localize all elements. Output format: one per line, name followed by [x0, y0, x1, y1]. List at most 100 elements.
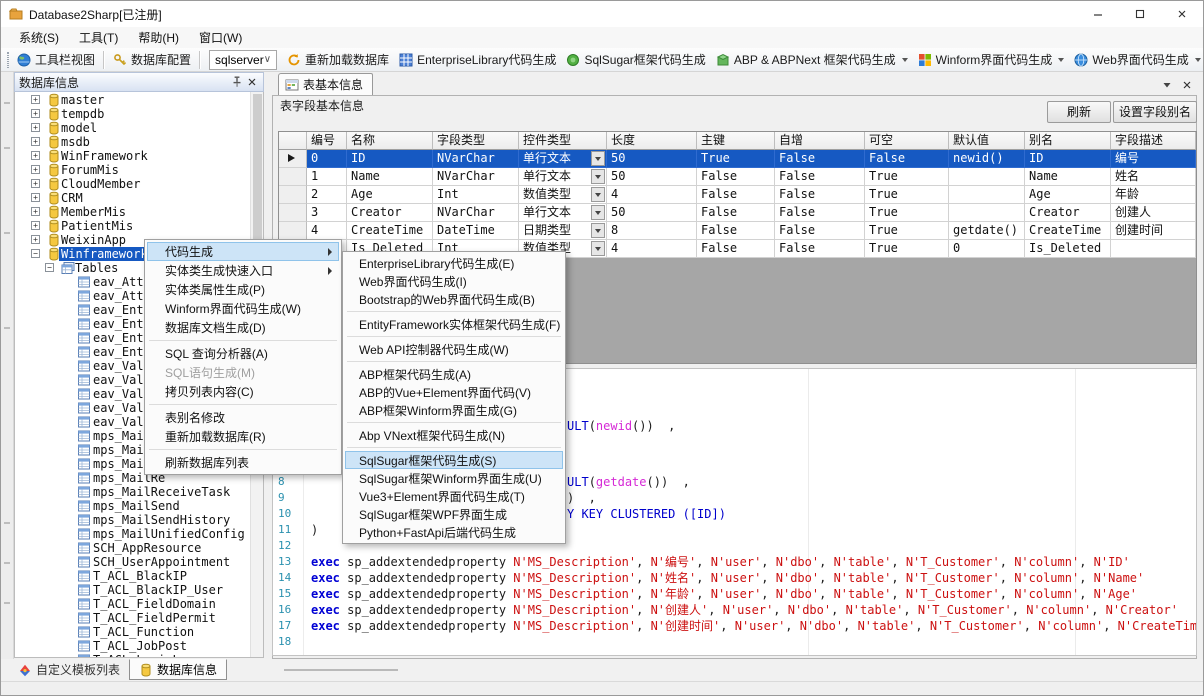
- tab-table-basic-info[interactable]: 表基本信息: [278, 73, 373, 95]
- tree-expand-box[interactable]: +: [31, 137, 40, 146]
- toolbar-view-button[interactable]: 工具栏视图: [12, 49, 100, 71]
- grid-cell[interactable]: 创建时间: [1111, 222, 1196, 240]
- menu-window[interactable]: 窗口(W): [189, 27, 252, 48]
- hscrollbar-thumb[interactable]: [284, 669, 398, 671]
- menu-item[interactable]: Web API控制器代码生成(W): [345, 340, 563, 358]
- grid-cell[interactable]: False: [697, 186, 775, 204]
- menu-item[interactable]: 拷贝列表内容(C): [147, 382, 339, 401]
- tree-item[interactable]: SCH_UserAppointment: [15, 555, 261, 569]
- grid-cell[interactable]: False: [775, 168, 865, 186]
- grid-cell[interactable]: 2: [307, 186, 347, 204]
- tree-expand-box[interactable]: +: [31, 235, 40, 244]
- tree-item[interactable]: mps_MailSendHistory: [15, 513, 261, 527]
- tree-item[interactable]: T_ACL_Function: [15, 625, 261, 639]
- grid-cell[interactable]: True: [697, 150, 775, 168]
- tree-expand-box[interactable]: +: [31, 221, 40, 230]
- column-header[interactable]: 字段描述: [1111, 132, 1196, 150]
- grid-cell[interactable]: True: [865, 222, 949, 240]
- grid-cell[interactable]: True: [865, 204, 949, 222]
- set-field-alias-button[interactable]: 设置字段别名: [1113, 101, 1197, 123]
- tree-expand-box[interactable]: +: [31, 151, 40, 160]
- tree-item[interactable]: T_ACL_BlackIP_User: [15, 583, 261, 597]
- grid-cell[interactable]: False: [697, 240, 775, 258]
- grid-cell[interactable]: [949, 168, 1025, 186]
- menu-item[interactable]: SqlSugar框架WPF界面生成: [345, 505, 563, 523]
- column-header[interactable]: 字段类型: [433, 132, 519, 150]
- menu-item[interactable]: SqlSugar框架代码生成(S): [345, 451, 563, 469]
- db-type-combo[interactable]: sqlserver∨: [209, 50, 277, 70]
- tab-custom-templates[interactable]: 自定义模板列表: [9, 659, 129, 680]
- cell-dropdown-button[interactable]: [591, 223, 605, 238]
- column-header[interactable]: 控件类型: [519, 132, 607, 150]
- menu-item[interactable]: Winform界面代码生成(W): [147, 299, 339, 318]
- tree-item[interactable]: +master: [15, 93, 261, 107]
- tree-item[interactable]: mps_MailReceiveTask: [15, 485, 261, 499]
- enterpriselibrary-gen-button[interactable]: EnterpriseLibrary代码生成: [394, 49, 561, 71]
- cell-dropdown-button[interactable]: [591, 151, 605, 166]
- tree-item[interactable]: mps_MailUnifiedConfig: [15, 527, 261, 541]
- grid-cell[interactable]: False: [775, 240, 865, 258]
- winform-gen-button[interactable]: Winform界面代码生成: [913, 49, 1070, 71]
- tree-expand-box[interactable]: +: [31, 207, 40, 216]
- grid-cell[interactable]: Name: [347, 168, 433, 186]
- column-header[interactable]: 主键: [697, 132, 775, 150]
- grid-cell[interactable]: [949, 186, 1025, 204]
- grid-cell[interactable]: 1: [307, 168, 347, 186]
- tree-item[interactable]: SCH_AppResource: [15, 541, 261, 555]
- grid-cell[interactable]: 编号: [1111, 150, 1196, 168]
- grid-cell[interactable]: 0: [307, 150, 347, 168]
- tree-item[interactable]: +model: [15, 121, 261, 135]
- grid-cell[interactable]: Creator: [1025, 204, 1111, 222]
- sqlsugar-gen-button[interactable]: SqlSugar框架代码生成: [561, 49, 710, 71]
- menu-tools[interactable]: 工具(T): [69, 27, 128, 48]
- pin-icon[interactable]: [229, 75, 244, 90]
- menu-item[interactable]: Vue3+Element界面代码生成(T): [345, 487, 563, 505]
- grid-cell[interactable]: False: [697, 204, 775, 222]
- grid-cell[interactable]: CreateTime: [1025, 222, 1111, 240]
- grid-cell[interactable]: [1111, 240, 1196, 258]
- grid-cell[interactable]: 姓名: [1111, 168, 1196, 186]
- menu-item[interactable]: EntityFramework实体框架代码生成(F): [345, 315, 563, 333]
- menu-item[interactable]: 实体类生成快速入口: [147, 261, 339, 280]
- grid-cell[interactable]: 单行文本: [519, 204, 607, 222]
- grid-cell[interactable]: 日期类型: [519, 222, 607, 240]
- tree-item[interactable]: +msdb: [15, 135, 261, 149]
- web-gen-button[interactable]: Web界面代码生成: [1069, 49, 1204, 71]
- tree-item[interactable]: +tempdb: [15, 107, 261, 121]
- tab-database-info[interactable]: 数据库信息: [129, 659, 227, 680]
- db-config-button[interactable]: 数据库配置: [108, 49, 196, 71]
- menu-item[interactable]: 重新加载数据库(R): [147, 427, 339, 446]
- menu-item[interactable]: ABP框架Winform界面生成(G): [345, 401, 563, 419]
- grid-cell[interactable]: ID: [1025, 150, 1111, 168]
- column-header[interactable]: 别名: [1025, 132, 1111, 150]
- tree-item[interactable]: +MemberMis: [15, 205, 261, 219]
- grid-cell[interactable]: 3: [307, 204, 347, 222]
- tree-expand-box[interactable]: +: [31, 109, 40, 118]
- tree-expand-box[interactable]: −: [45, 263, 54, 272]
- grid-cell[interactable]: 4: [607, 186, 697, 204]
- grid-cell[interactable]: DateTime: [433, 222, 519, 240]
- tree-item[interactable]: T_ACL_FieldPermit: [15, 611, 261, 625]
- menu-item[interactable]: 刷新数据库列表: [147, 453, 339, 472]
- grid-cell[interactable]: 4: [307, 222, 347, 240]
- row-header[interactable]: [279, 150, 307, 168]
- grid-cell[interactable]: 创建人: [1111, 204, 1196, 222]
- tree-expand-box[interactable]: +: [31, 179, 40, 188]
- refresh-button[interactable]: 刷新: [1047, 101, 1111, 123]
- grid-cell[interactable]: CreateTime: [347, 222, 433, 240]
- grid-cell[interactable]: 50: [607, 204, 697, 222]
- grid-cell[interactable]: False: [775, 186, 865, 204]
- row-header[interactable]: [279, 186, 307, 204]
- grid-cell[interactable]: True: [865, 186, 949, 204]
- tree-expand-box[interactable]: +: [31, 123, 40, 132]
- tree-item[interactable]: T_ACL_LoginLog: [15, 653, 261, 658]
- main-close-icon[interactable]: [1179, 77, 1194, 92]
- grid-cell[interactable]: False: [697, 222, 775, 240]
- grid-cell[interactable]: 单行文本: [519, 150, 607, 168]
- column-header[interactable]: 名称: [347, 132, 433, 150]
- tree-item[interactable]: +CRM: [15, 191, 261, 205]
- menu-item[interactable]: ABP框架代码生成(A): [345, 365, 563, 383]
- menu-item[interactable]: SQL 查询分析器(A): [147, 344, 339, 363]
- grid-cell[interactable]: 4: [607, 240, 697, 258]
- close-button[interactable]: [1161, 1, 1203, 27]
